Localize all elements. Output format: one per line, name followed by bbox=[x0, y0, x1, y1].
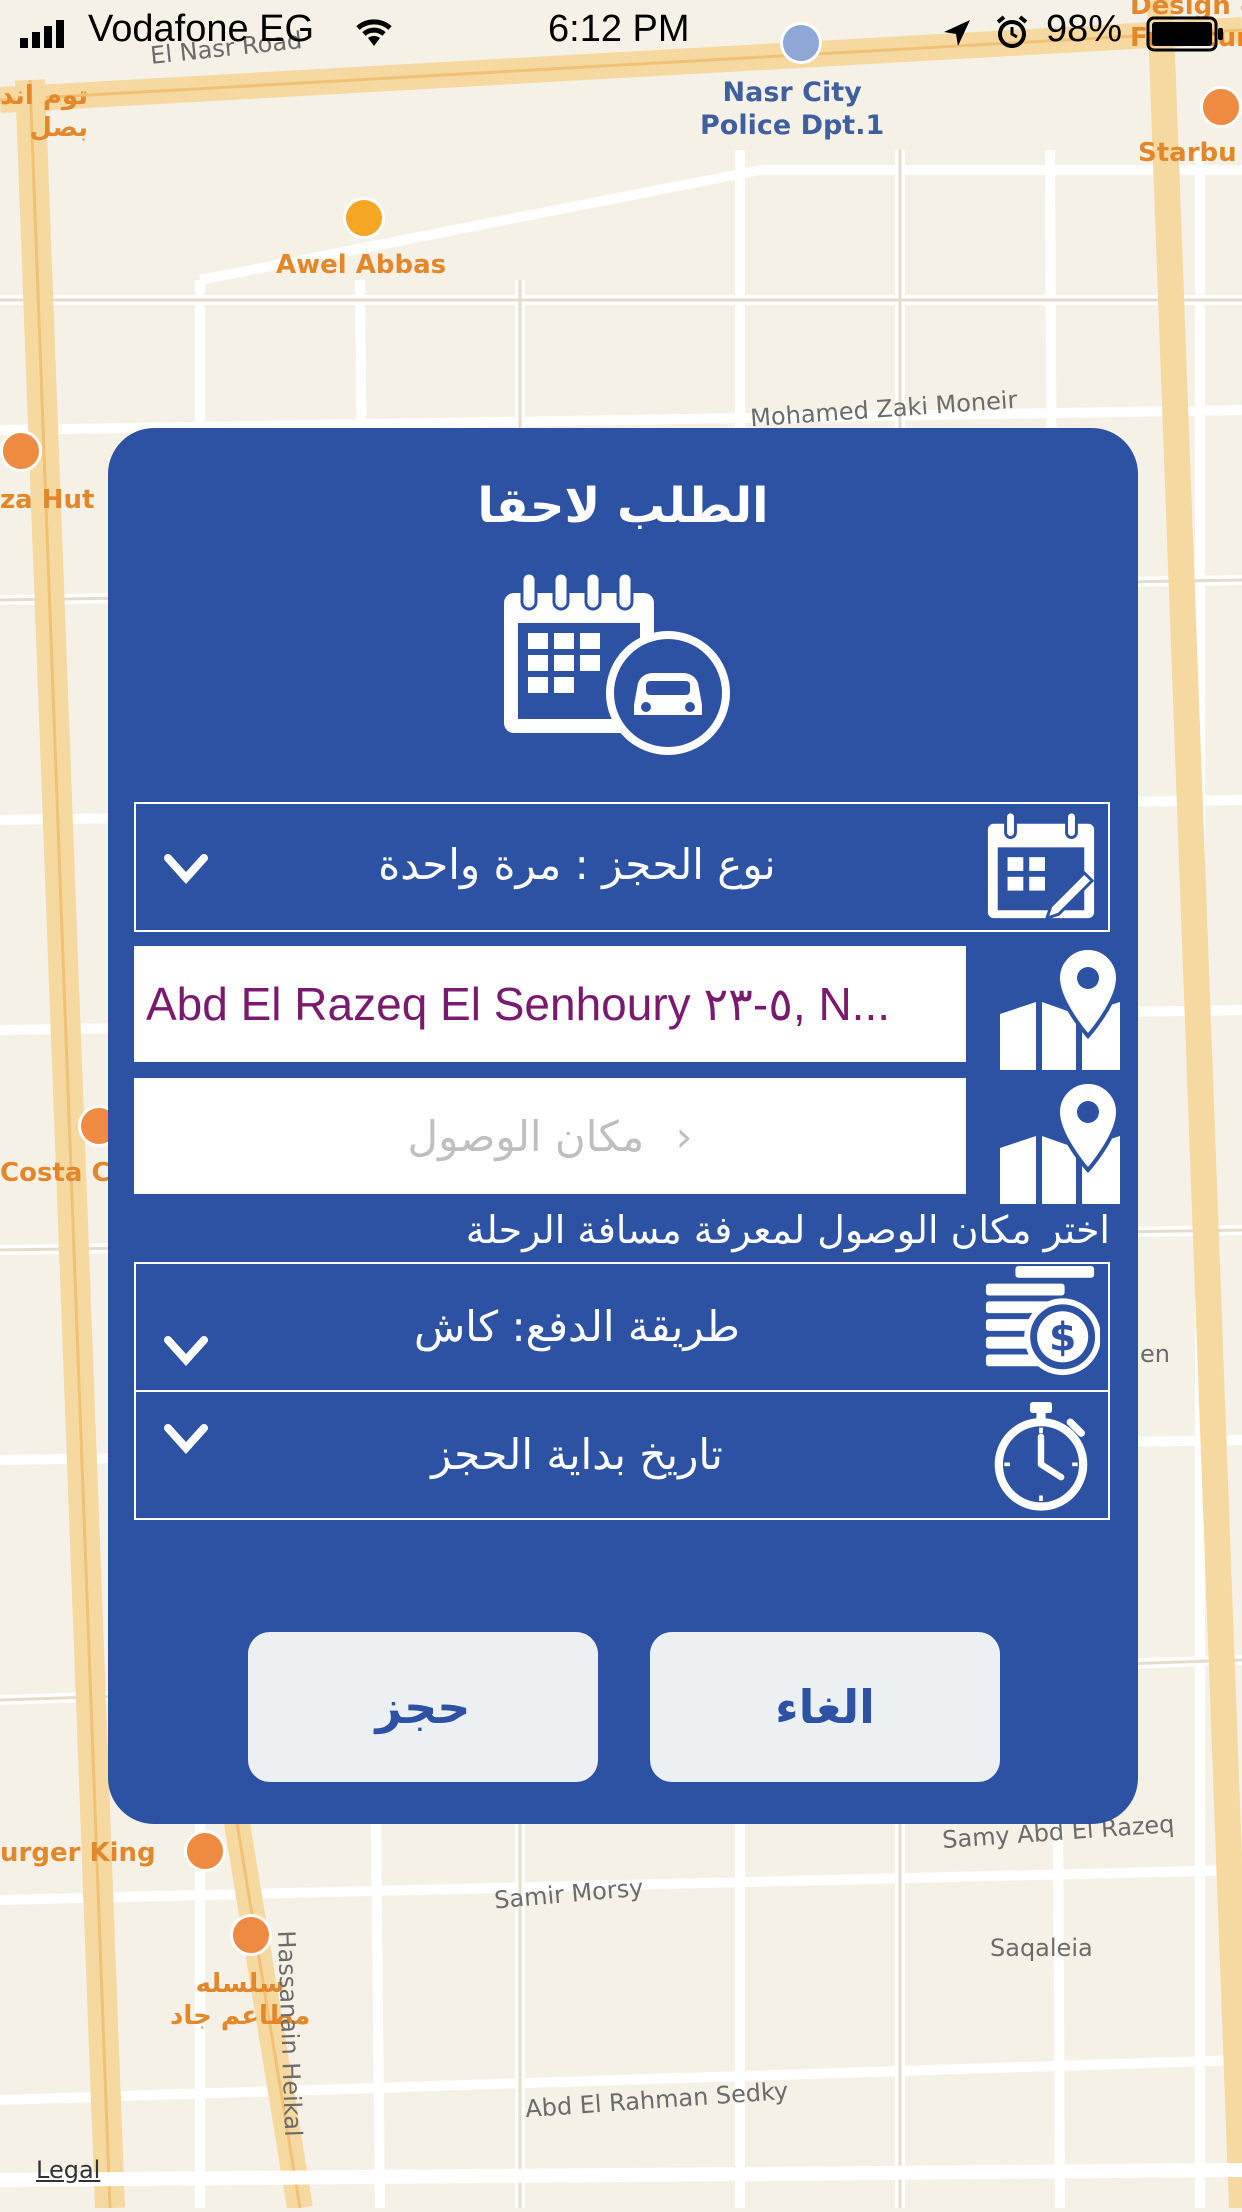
calendar-car-icon bbox=[504, 571, 730, 755]
battery-icon bbox=[1146, 16, 1223, 52]
book-button[interactable]: حجز bbox=[248, 1632, 598, 1782]
map-label-starbucks[interactable]: Starbu bbox=[1138, 138, 1237, 168]
booking-type-label: نوع الحجز : مرة واحدة bbox=[378, 840, 776, 889]
pickup-location-field[interactable]: Abd El Razeq El Senhoury ٥-٢٣, N... bbox=[134, 946, 966, 1062]
map-label-pizza-hut[interactable]: za Hut bbox=[0, 485, 94, 515]
booking-type-dropdown[interactable]: نوع الحجز : مرة واحدة bbox=[134, 802, 1110, 932]
start-date-dropdown[interactable]: تاريخ بداية الحجز bbox=[134, 1390, 1110, 1520]
burger-king-poi-icon[interactable] bbox=[184, 1830, 226, 1872]
dropoff-location-field[interactable]: مكان الوصول › bbox=[134, 1078, 966, 1194]
map-label-tom-and-basal[interactable]: توم اند بصل bbox=[0, 80, 88, 144]
map-label-en: en bbox=[1140, 1340, 1170, 1368]
pickup-location-value: Abd El Razeq El Senhoury ٥-٢٣, N... bbox=[146, 978, 891, 1030]
signal-icon bbox=[20, 20, 64, 48]
status-bar: Vodafone EG 6:12 PM 98% bbox=[0, 0, 1242, 68]
stopwatch-icon bbox=[994, 1402, 1088, 1511]
map-label-burger-king[interactable]: urger King bbox=[0, 1838, 156, 1868]
start-date-label: تاريخ بداية الحجز bbox=[431, 1430, 723, 1479]
payment-method-dropdown[interactable]: طريقة الدفع: كاش $ bbox=[134, 1262, 1110, 1392]
map-label-awel-abbas[interactable]: Awel Abbas bbox=[276, 250, 446, 280]
restaurant-poi-icon[interactable] bbox=[230, 1914, 272, 1956]
dialog-title: الطلب لاحقا bbox=[477, 478, 769, 534]
dropoff-hint-text: اختر مكان الوصول لمعرفة مسافة الرحلة bbox=[465, 1208, 1110, 1252]
coins-dollar-icon: $ bbox=[985, 1265, 1100, 1376]
dropoff-placeholder-text: مكان الوصول bbox=[407, 1111, 645, 1161]
carrier-name: Vodafone EG bbox=[88, 8, 315, 50]
svg-text:$: $ bbox=[1049, 1315, 1076, 1361]
pickup-map-pin-icon bbox=[1000, 945, 1121, 1070]
pizza-hut-poi-icon[interactable] bbox=[0, 430, 42, 472]
map-legal-link[interactable]: Legal bbox=[36, 2156, 100, 2184]
status-time: 6:12 PM bbox=[548, 8, 690, 50]
wifi-icon bbox=[356, 19, 392, 46]
map-label-costa[interactable]: Costa C bbox=[0, 1158, 111, 1188]
alarm-icon bbox=[996, 15, 1028, 48]
dropoff-map-pin-icon bbox=[1000, 1079, 1121, 1204]
battery-percent: 98% bbox=[1046, 8, 1123, 50]
payment-method-label: طريقة الدفع: كاش bbox=[414, 1302, 740, 1351]
location-arrow-icon bbox=[944, 20, 970, 46]
dropoff-location-placeholder: مكان الوصول › bbox=[146, 1112, 954, 1161]
starbucks-poi-icon[interactable] bbox=[1200, 86, 1242, 128]
cancel-button[interactable]: الغاء bbox=[650, 1632, 1000, 1782]
calendar-edit-icon bbox=[987, 810, 1095, 921]
map-label-police[interactable]: Nasr City Police Dpt.1 bbox=[700, 76, 884, 142]
awel-abbas-poi-icon[interactable] bbox=[343, 197, 385, 239]
map-label-saqaleia: Saqaleia bbox=[990, 1934, 1093, 1962]
schedule-ride-dialog: الطلب لاحقا نوع الحجز : مرة واحدة Abd El… bbox=[108, 428, 1138, 1824]
dropoff-chevron-icon: › bbox=[675, 1111, 693, 1161]
